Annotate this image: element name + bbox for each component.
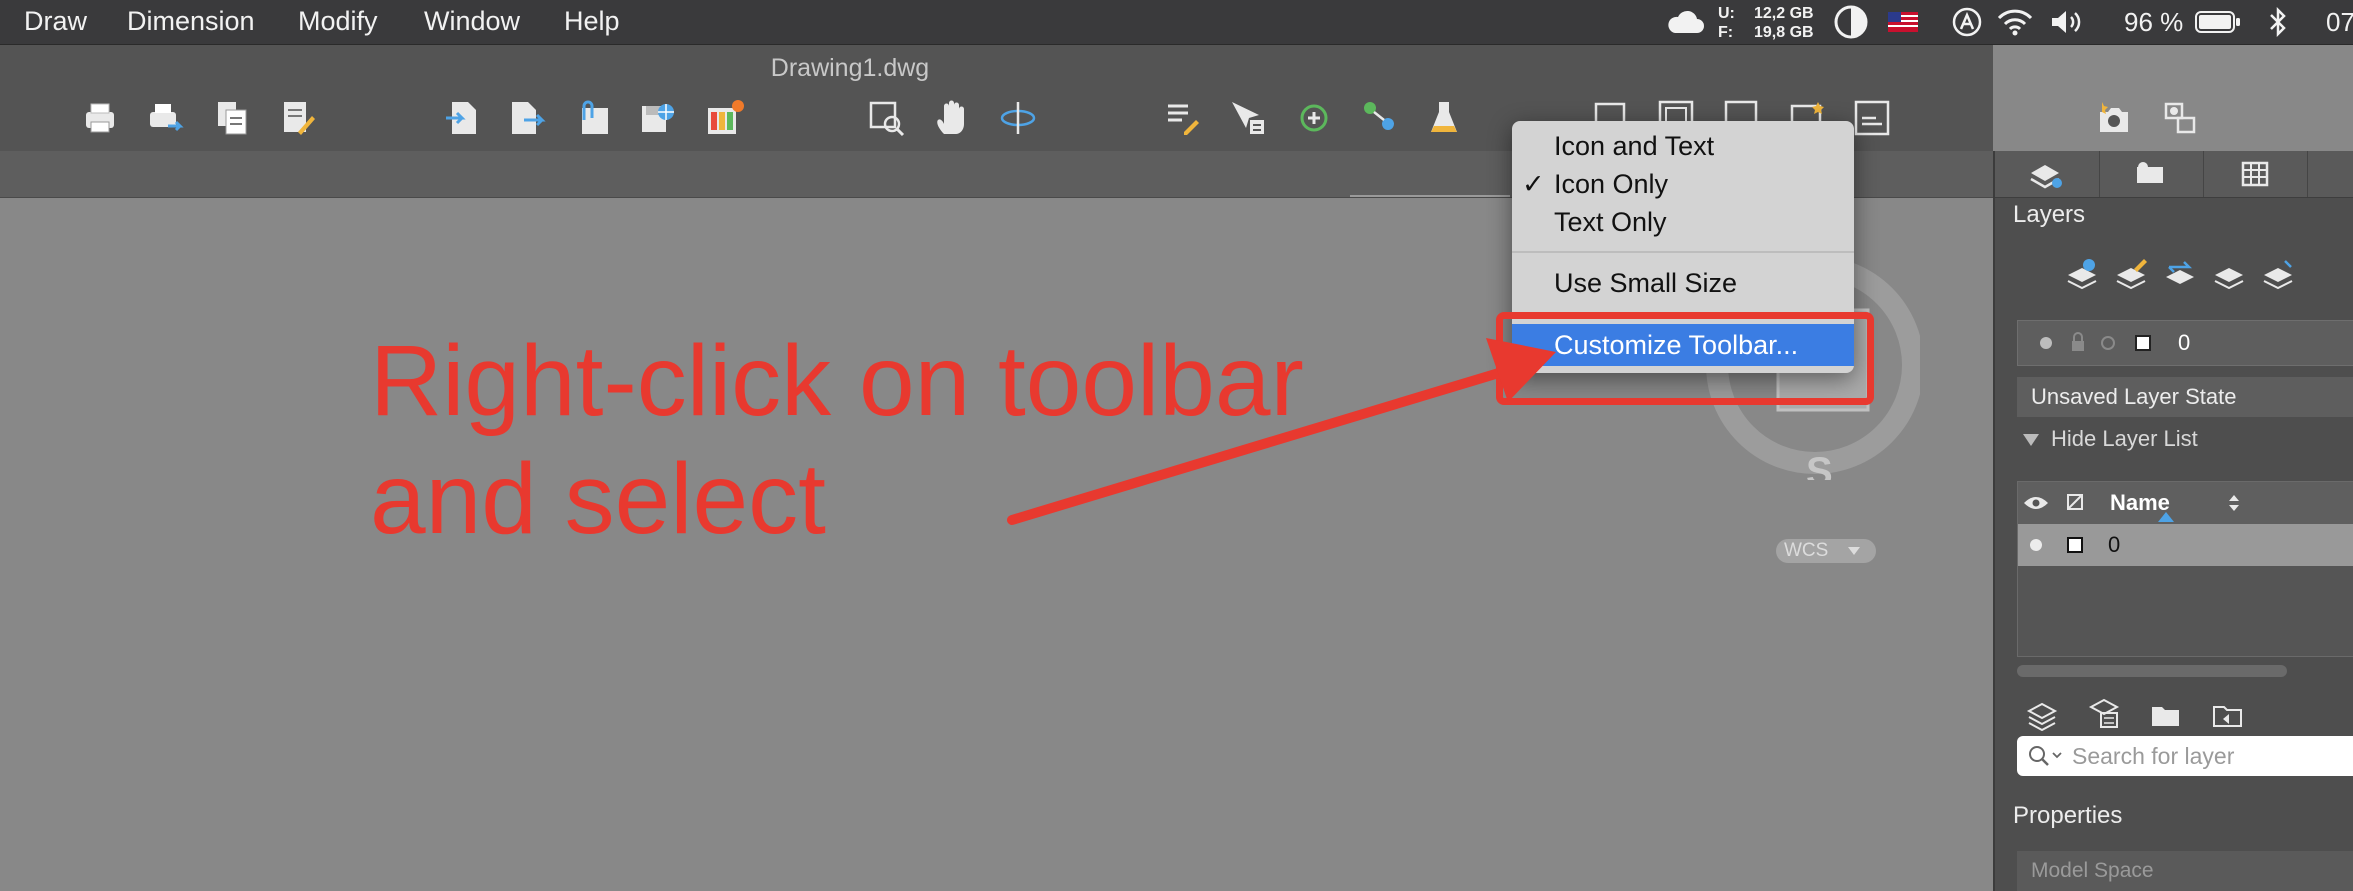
layers-panel: Layers 0 Unsaved Layer State Hide Layer …: [1993, 151, 2353, 891]
new-layer-icon[interactable]: [2065, 257, 2099, 291]
current-layer-name: 0: [2178, 330, 2191, 355]
disclosure-triangle-icon: [2023, 434, 2039, 446]
inquiry-flask-icon[interactable]: [1424, 98, 1464, 138]
render-setup-icon[interactable]: [2160, 98, 2200, 138]
menu-modify[interactable]: Modify: [298, 6, 378, 37]
layer-state-icons: [2040, 332, 2151, 351]
layer-search-field[interactable]: Search for layer: [2017, 736, 2353, 776]
pan-hand-icon[interactable]: [932, 98, 972, 138]
battery-status[interactable]: 96 %: [2124, 0, 2241, 44]
layer-bottom-icons: [2025, 697, 2245, 731]
battery-percent: 96 %: [2124, 6, 2184, 37]
tab-blocks[interactable]: [2099, 151, 2204, 197]
mem-free-value: 19,8 GB: [1754, 24, 1814, 41]
export-icon[interactable]: [506, 98, 546, 138]
menu-dimension[interactable]: Dimension: [127, 6, 255, 37]
wifi-icon[interactable]: [1997, 0, 2033, 44]
document-title: Drawing1.dwg: [770, 54, 930, 82]
model-space-field[interactable]: Model Space: [2017, 851, 2353, 891]
tab-table[interactable]: [2203, 151, 2308, 197]
layer-state-dropdown[interactable]: Unsaved Layer State: [2017, 377, 2353, 417]
wcs-dropdown[interactable]: WCS: [1776, 539, 1876, 563]
quick-select-icon[interactable]: [1228, 98, 1268, 138]
clock-time[interactable]: 07: [2326, 0, 2353, 44]
instruction-line-1: Right-click on toolbar: [370, 325, 1304, 437]
blocks-icon: [2137, 162, 2163, 183]
layer-isolate-icon[interactable]: [2212, 257, 2246, 291]
search-placeholder: Search for layer: [2072, 743, 2235, 769]
publish-icon[interactable]: [278, 98, 318, 138]
layer-tool-icons: [2065, 257, 2295, 291]
attach-icon[interactable]: [572, 98, 612, 138]
menu-item-use-small-size[interactable]: Use Small Size: [1554, 268, 1737, 299]
layer-row-icons: [2030, 537, 2083, 553]
render-icon[interactable]: [2094, 98, 2134, 138]
column-stepper-icon[interactable]: [2228, 494, 2240, 512]
tab-layers-properties[interactable]: [1995, 151, 2100, 197]
menu-help[interactable]: Help: [564, 6, 620, 37]
battery-icon: [2195, 11, 2241, 33]
instruction-line-2: and select: [370, 443, 826, 555]
menu-bar: Draw Dimension Modify Window Help U: 12,2…: [0, 0, 2353, 45]
us-flag-icon[interactable]: [1888, 0, 1918, 44]
orbit-icon[interactable]: [998, 98, 1038, 138]
menu-separator: [1512, 251, 1854, 253]
layer-row-name: 0: [2108, 532, 2121, 557]
sort-ascending-icon: [2158, 512, 2174, 522]
time-tracker-icon[interactable]: [1834, 0, 1868, 44]
plot-icon[interactable]: [80, 98, 120, 138]
etransmit-icon[interactable]: [638, 98, 678, 138]
layer-manager-icon[interactable]: [704, 98, 744, 138]
menu-item-icon-only[interactable]: Icon Only: [1554, 169, 1668, 200]
folder-refresh-icon[interactable]: [2211, 697, 2245, 731]
mem-used-label: U:: [1718, 5, 1735, 22]
layer-walk-icon[interactable]: [2261, 257, 2295, 291]
horizontal-scrollbar[interactable]: [2017, 665, 2287, 677]
properties-heading: Properties: [2013, 802, 2123, 829]
zoom-window-icon[interactable]: [866, 98, 906, 138]
memory-status[interactable]: U: 12,2 GB F: 19,8 GB: [1718, 3, 1814, 43]
table-row[interactable]: 0: [2018, 524, 2353, 566]
compass-south-label[interactable]: S: [1806, 450, 1833, 480]
layers-heading: Layers: [2013, 201, 2086, 228]
layer-stack-icon[interactable]: [2025, 697, 2059, 731]
layer-edit-icon[interactable]: [2114, 257, 2148, 291]
menu-item-icon-and-text[interactable]: Icon and Text: [1554, 131, 1714, 162]
layers-info-icon: [2030, 165, 2062, 189]
highlight-rectangle: [1496, 312, 1874, 405]
bluetooth-icon[interactable]: [2268, 0, 2288, 44]
current-layer-selector[interactable]: 0: [2017, 320, 2353, 366]
menu-window[interactable]: Window: [424, 6, 520, 37]
layer-previous-icon[interactable]: [2163, 257, 2197, 291]
add-to-workset-icon[interactable]: [1294, 98, 1334, 138]
search-icon: [2029, 746, 2062, 766]
import-icon[interactable]: [442, 98, 482, 138]
checkmark-icon: ✓: [1522, 169, 1545, 199]
wcs-label: WCS: [1784, 540, 1829, 561]
mem-free-label: F:: [1718, 24, 1734, 41]
layer-table-header: Name: [2018, 482, 2353, 525]
menu-item-text-only[interactable]: Text Only: [1554, 207, 1667, 238]
user-switch-icon[interactable]: [1952, 0, 1982, 44]
volume-icon[interactable]: [2049, 0, 2085, 44]
page-setup-icon[interactable]: [212, 98, 252, 138]
panel-tab-bar: [1995, 151, 2353, 198]
table-icon: [2241, 161, 2269, 187]
viewport-scale-icon[interactable]: [1852, 98, 1892, 138]
active-tab-indicator: [1350, 195, 1510, 197]
cloud-icon[interactable]: [1665, 0, 1705, 44]
chevron-down-icon: [1847, 546, 1860, 555]
hide-layer-list-toggle[interactable]: Hide Layer List: [2017, 426, 2198, 452]
properties-list-icon[interactable]: [1162, 98, 1202, 138]
folder-open-icon[interactable]: [2149, 697, 2183, 731]
instruction-annotation: Right-click on toolbar and select: [370, 322, 1470, 558]
visibility-eye-icon[interactable]: [2018, 482, 2098, 524]
match-properties-icon[interactable]: [1360, 98, 1400, 138]
mem-used-value: 12,2 GB: [1754, 5, 1814, 22]
layer-list-table[interactable]: Name 0: [2017, 481, 2353, 657]
menu-draw[interactable]: Draw: [24, 6, 87, 37]
hide-layer-list-label: Hide Layer List: [2051, 426, 2198, 451]
batch-plot-icon[interactable]: [146, 98, 186, 138]
layer-filter-icon[interactable]: [2087, 697, 2121, 731]
